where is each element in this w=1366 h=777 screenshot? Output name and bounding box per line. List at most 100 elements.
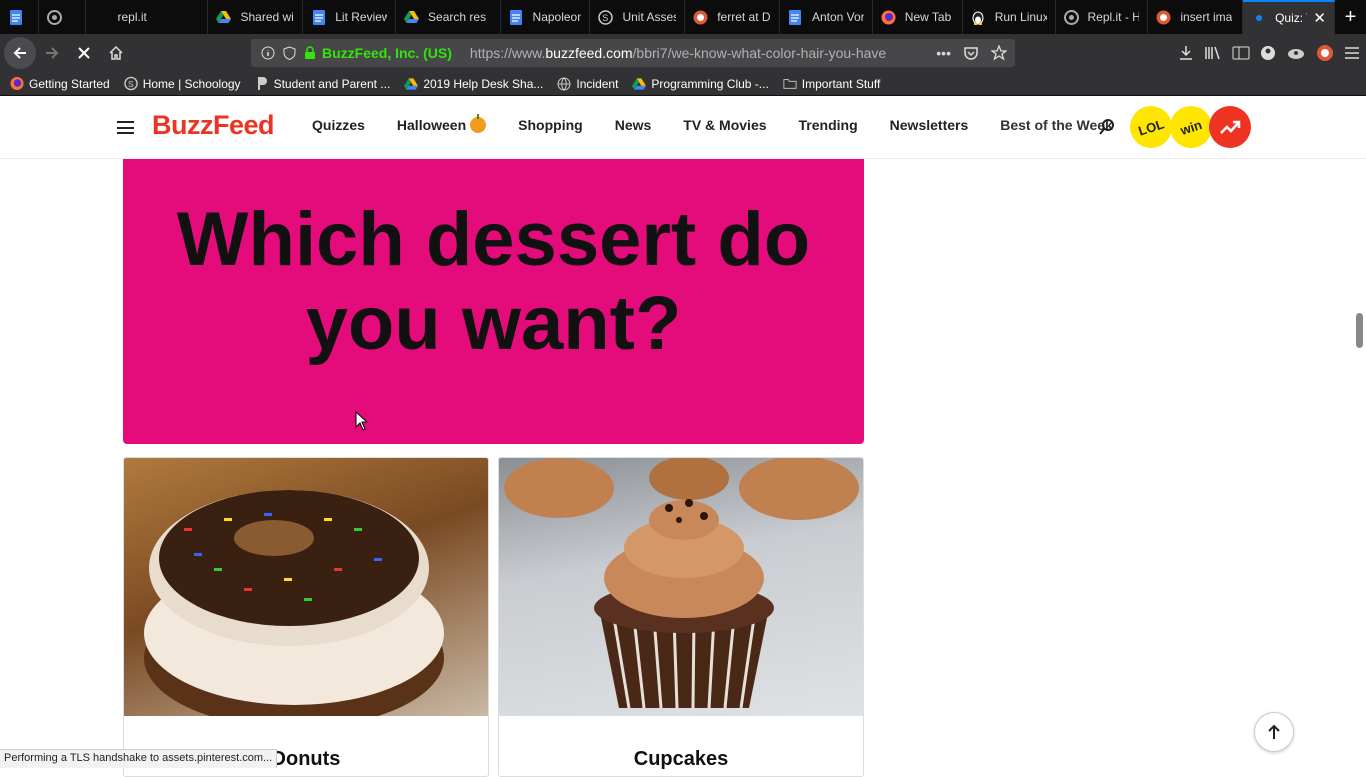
url-path: /bbri7/we-know-what-color-hair-you-have [632, 45, 887, 61]
tab-title: Shared wi [240, 10, 294, 24]
tracking-shield-icon[interactable] [283, 46, 296, 60]
schoology-icon: S [598, 9, 614, 25]
browser-tab[interactable]: S Unit Asses [590, 0, 686, 34]
bookmark-label: Important Stuff [801, 76, 881, 91]
nav-news[interactable]: News [615, 117, 652, 133]
bookmark-label: Getting Started [29, 76, 110, 91]
mouse-cursor-icon [355, 411, 369, 431]
browser-tab[interactable]: Quiz: W✕ [1243, 0, 1335, 34]
home-button[interactable] [100, 37, 132, 69]
browser-tab[interactable]: Lit Review [303, 0, 397, 34]
new-tab-button[interactable]: + [1335, 0, 1366, 34]
browser-tab[interactable]: Anton Vor [780, 0, 873, 34]
bookmark-label: Incident [576, 76, 619, 91]
docs-icon [509, 9, 524, 25]
site-identity[interactable]: BuzzFeed, Inc. (US) [322, 45, 452, 61]
answer-card-donuts[interactable]: Donuts [123, 457, 489, 777]
docs-icon [788, 9, 803, 25]
nav-trending[interactable]: Trending [799, 117, 858, 133]
drive-icon [216, 10, 232, 25]
quiz-question-card: Which dessert do you want? [123, 159, 864, 444]
browser-tab[interactable]: Shared wi [208, 0, 304, 34]
linux-icon [971, 10, 986, 25]
tab-strip: repl.it Shared wi Lit Review Search res Napo… [0, 0, 1366, 34]
bookmark-item[interactable]: Incident [557, 77, 618, 91]
back-arrow-icon [13, 47, 26, 59]
tab-title: Napoleon [532, 10, 582, 24]
browser-tab[interactable] [39, 0, 86, 34]
forward-button[interactable] [36, 37, 68, 69]
nav-shopping[interactable]: Shopping [518, 117, 583, 133]
duckduckgo-icon [1156, 10, 1171, 25]
browser-tab[interactable]: Run Linux [963, 0, 1056, 34]
tab-title: repl.it [117, 10, 147, 24]
firefox-icon [10, 76, 24, 91]
hamburger-menu-icon[interactable] [117, 121, 134, 134]
docs-icon [8, 9, 23, 25]
nav-halloween-label: Halloween [396, 117, 467, 133]
info-icon[interactable] [261, 46, 275, 60]
drive-icon [404, 10, 420, 25]
svg-text:S: S [603, 13, 609, 23]
replit-icon [47, 9, 63, 25]
close-tab-icon[interactable]: ✕ [1307, 9, 1326, 27]
extension-icon[interactable] [1286, 45, 1306, 61]
nav-tv-movies[interactable]: TV & Movies [683, 117, 766, 133]
trending-badge[interactable] [1209, 106, 1251, 148]
bookmarks-toolbar: Getting Started S Home | Schoology Student … [0, 72, 1366, 96]
address-bar[interactable]: BuzzFeed, Inc. (US) https://www.buzzfeed… [251, 39, 1015, 67]
bookmark-star-icon[interactable] [991, 45, 1007, 61]
browser-tab[interactable]: New Tab [873, 0, 963, 34]
nav-halloween[interactable]: Halloween [396, 114, 487, 133]
home-icon [109, 45, 123, 60]
answer-card-cupcakes[interactable]: Cupcakes [498, 457, 864, 777]
bookmark-label: 2019 Help Desk Sha... [423, 76, 544, 91]
menu-icon[interactable] [1344, 46, 1360, 60]
browser-tab[interactable]: Repl.it - H [1056, 0, 1149, 34]
back-button[interactable] [4, 37, 36, 69]
account-icon[interactable] [1260, 45, 1276, 61]
tab-title: Unit Asses [622, 10, 677, 24]
url-text[interactable]: https://www.buzzfeed.com/bbri7/we-know-w… [470, 45, 910, 61]
browser-tab[interactable]: Napoleon [501, 0, 591, 34]
nav-quizzes[interactable]: Quizzes [312, 117, 365, 133]
pocket-icon[interactable] [963, 45, 979, 61]
bookmark-item[interactable]: 2019 Help Desk Sha... [404, 77, 543, 91]
svg-text:S: S [128, 79, 134, 89]
scrollbar-thumb[interactable] [1356, 313, 1363, 348]
stop-loading-button[interactable] [68, 37, 100, 69]
donuts-image [124, 458, 488, 716]
sidebar-icon[interactable] [1232, 45, 1250, 61]
tab-title: Quiz: W [1275, 11, 1307, 25]
browser-tab[interactable]: insert ima [1148, 0, 1244, 34]
tab-title: Run Linux [994, 10, 1047, 24]
nav-newsletters[interactable]: Newsletters [890, 117, 969, 133]
tab-title: Anton Vor [811, 10, 864, 24]
browser-tab[interactable]: ferret at D [685, 0, 780, 34]
browser-tab[interactable]: Search res [396, 0, 501, 34]
duckduckgo-extension-icon[interactable] [1316, 44, 1334, 62]
back-to-top-button[interactable] [1254, 712, 1294, 752]
nav-best-of-the-week[interactable]: Best of the Week [1000, 117, 1113, 133]
bookmark-item[interactable]: S Home | Schoology [123, 77, 241, 91]
docs-icon [311, 9, 326, 25]
firefox-icon [881, 10, 896, 25]
bookmark-item[interactable]: Important Stuff [783, 76, 881, 91]
bookmark-item[interactable]: Student and Parent ... [255, 77, 390, 91]
search-icon[interactable] [1098, 118, 1116, 136]
bookmark-label: Programming Club -... [651, 76, 769, 91]
url-domain: buzzfeed.com [545, 45, 633, 61]
tab-title: New Tab [904, 10, 952, 24]
donut-illustration [144, 490, 444, 716]
bookmark-item[interactable]: Programming Club -... [632, 76, 769, 91]
status-bar: Performing a TLS handshake to assets.pin… [0, 749, 278, 768]
library-icon[interactable] [1204, 45, 1222, 61]
pearson-icon [255, 77, 269, 91]
downloads-icon[interactable] [1178, 45, 1194, 61]
forward-arrow-icon [46, 47, 59, 59]
buzzfeed-logo[interactable]: BuzzFeed [152, 110, 275, 141]
browser-tab[interactable] [0, 0, 40, 34]
bookmark-item[interactable]: Getting Started [10, 77, 110, 91]
browser-tab[interactable]: repl.it [86, 0, 209, 34]
page-actions-icon[interactable]: ••• [936, 45, 951, 61]
